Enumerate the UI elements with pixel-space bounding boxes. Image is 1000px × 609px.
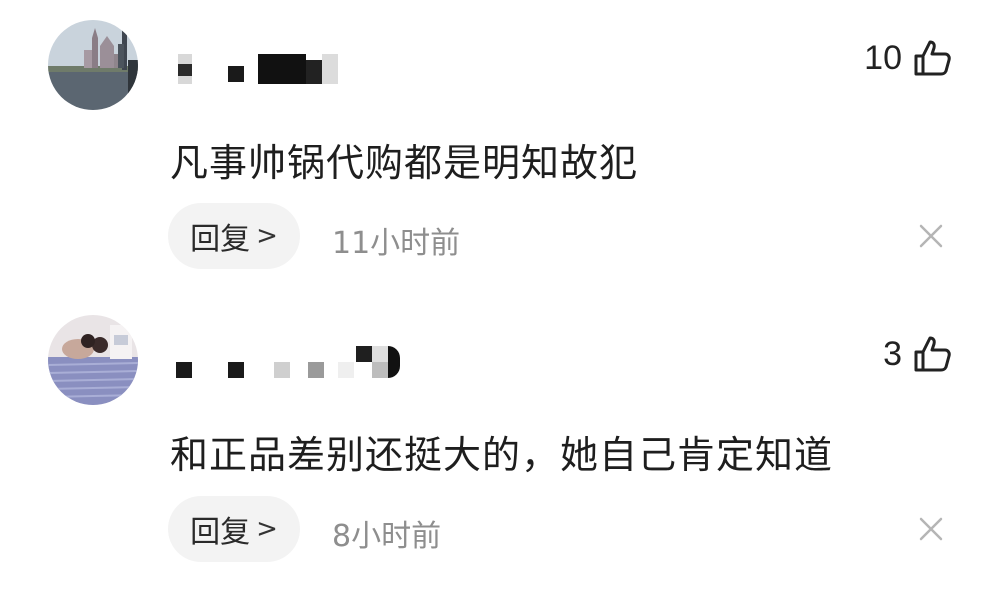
reply-label: 回复 xyxy=(190,515,251,550)
comment-item: 10 凡事帅锅代购都是明知故犯 回复 > 11小时前 xyxy=(0,0,1000,300)
reply-label: 回复 xyxy=(190,222,251,257)
comment-time: 11小时前 xyxy=(332,226,461,261)
like-count: 3 xyxy=(883,334,902,373)
reply-button[interactable]: 回复 > xyxy=(168,203,300,269)
close-icon[interactable] xyxy=(918,516,944,542)
username-obscured[interactable] xyxy=(170,340,410,380)
avatar[interactable] xyxy=(48,20,138,110)
avatar[interactable] xyxy=(48,315,138,405)
like-control[interactable]: 10 xyxy=(864,38,952,78)
comment-item: 3 和正品差别还挺大的，她自己肯定知道 回复 > 8小时前 xyxy=(0,300,1000,609)
comment-time: 8小时前 xyxy=(332,519,442,554)
like-count: 10 xyxy=(864,38,902,77)
close-icon[interactable] xyxy=(918,223,944,249)
comment-text: 凡事帅锅代购都是明知故犯 xyxy=(170,141,639,185)
reply-button[interactable]: 回复 > xyxy=(168,496,300,562)
like-control[interactable]: 3 xyxy=(883,334,952,374)
chevron-right-icon: > xyxy=(256,514,278,544)
thumbs-up-icon[interactable] xyxy=(912,38,952,78)
chevron-right-icon: > xyxy=(256,221,278,251)
thumbs-up-icon[interactable] xyxy=(912,334,952,374)
username-obscured[interactable] xyxy=(170,44,350,84)
comment-text: 和正品差别还挺大的，她自己肯定知道 xyxy=(170,433,834,477)
